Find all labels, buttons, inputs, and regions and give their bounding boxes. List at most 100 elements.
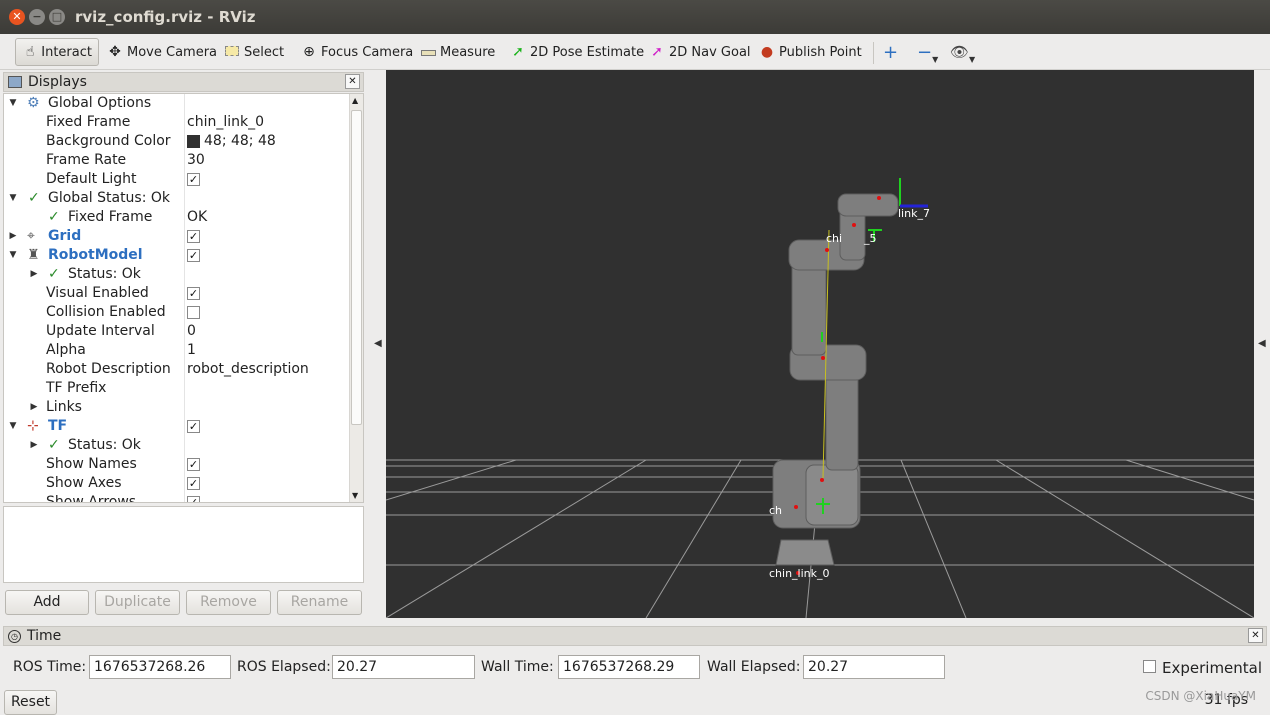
3d-render-viewport[interactable]: link_7 chi _5 ch chin_link_0 bbox=[386, 70, 1254, 618]
tree-row-fixed-frame[interactable]: Fixed Frame chin_link_0 bbox=[4, 113, 350, 132]
tree-row-background-color[interactable]: Background Color 48; 48; 48 bbox=[4, 132, 350, 151]
minimize-window-button[interactable]: − bbox=[29, 9, 45, 25]
interact-tool-button[interactable]: ☝ Interact bbox=[15, 38, 99, 66]
show-arrows-checkbox[interactable]: ✓ bbox=[187, 495, 200, 502]
remove-tool-button[interactable]: − ▼ bbox=[917, 38, 938, 66]
tree-row-robot-model[interactable]: ▼ ♜ RobotModel ✓ bbox=[4, 246, 350, 265]
wall-time-field[interactable]: 1676537268.29 bbox=[558, 655, 700, 679]
tree-row-alpha[interactable]: Alpha 1 bbox=[4, 341, 350, 360]
pose-estimate-tool-button[interactable]: ➚ 2D Pose Estimate bbox=[509, 38, 644, 66]
close-time-panel-button[interactable]: ✕ bbox=[1248, 628, 1263, 643]
grid-checkbox[interactable]: ✓ bbox=[187, 229, 200, 243]
focus-camera-tool-button[interactable]: ⊕ Focus Camera bbox=[300, 38, 413, 66]
nav-goal-tool-button[interactable]: ➚ 2D Nav Goal bbox=[648, 38, 750, 66]
experimental-label: Experimental bbox=[1162, 659, 1263, 677]
tree-row-global-status[interactable]: ▼ ✓ Global Status: Ok bbox=[4, 189, 350, 208]
tool-toolbar: ☝ Interact ✥ Move Camera Select ⊕ Focus Cam… bbox=[0, 34, 1270, 70]
robot-arm bbox=[772, 193, 899, 566]
scroll-down-icon[interactable]: ▼ bbox=[352, 491, 358, 500]
tree-row-show-axes[interactable]: Show Axes ✓ bbox=[4, 474, 350, 493]
tree-row-fixed-frame-status[interactable]: ✓ Fixed Frame OK bbox=[4, 208, 350, 227]
robot-description-value[interactable]: robot_description bbox=[187, 360, 309, 379]
tree-scrollbar[interactable]: ▲ ▼ bbox=[349, 94, 363, 502]
scroll-up-icon[interactable]: ▲ bbox=[352, 96, 358, 105]
measure-tool-button[interactable]: Measure bbox=[419, 38, 495, 66]
expand-right-panel-arrow-icon[interactable]: ◀ bbox=[1258, 338, 1266, 349]
axes-icon: ⊹ bbox=[27, 418, 39, 434]
tree-row-grid[interactable]: ▶ ⌖ Grid ✓ bbox=[4, 227, 350, 246]
crosshair-icon: ⊕ bbox=[303, 44, 315, 60]
collapse-left-panel-arrow-icon[interactable]: ◀ bbox=[374, 338, 382, 349]
collapsed-arrow-icon: ▶ bbox=[30, 269, 38, 279]
tree-row-show-names[interactable]: Show Names ✓ bbox=[4, 455, 350, 474]
dropdown-arrow-icon: ▼ bbox=[969, 54, 976, 64]
tree-row-robot-status[interactable]: ▶ ✓ Status: Ok bbox=[4, 265, 350, 284]
title-bar: ✕ − □ rviz_config.rviz - RViz bbox=[0, 0, 1270, 34]
displays-panel: Displays ✕ ▼ ⚙ Global Options Fixed Frame c… bbox=[3, 72, 364, 618]
fixed-frame-value[interactable]: chin_link_0 bbox=[187, 113, 264, 132]
ros-elapsed-field[interactable]: 20.27 bbox=[332, 655, 475, 679]
close-panel-button[interactable]: ✕ bbox=[345, 74, 360, 89]
tree-row-collision-enabled[interactable]: Collision Enabled bbox=[4, 303, 350, 322]
publish-point-tool-button[interactable]: ● Publish Point bbox=[758, 38, 862, 66]
clock-icon: ◷ bbox=[8, 629, 21, 643]
default-light-checkbox[interactable]: ✓ bbox=[187, 172, 200, 186]
scene-svg bbox=[386, 178, 1254, 618]
collision-enabled-checkbox[interactable] bbox=[187, 305, 200, 319]
close-window-button[interactable]: ✕ bbox=[9, 9, 25, 25]
tree-row-frame-rate[interactable]: Frame Rate 30 bbox=[4, 151, 350, 170]
tf-checkbox[interactable]: ✓ bbox=[187, 419, 200, 433]
add-display-button[interactable]: Add bbox=[5, 590, 89, 615]
maximize-window-button[interactable]: □ bbox=[49, 9, 65, 25]
minus-icon: − bbox=[917, 41, 933, 63]
remove-display-button[interactable]: Remove bbox=[186, 590, 271, 615]
robot-model-checkbox[interactable]: ✓ bbox=[187, 248, 200, 262]
scrollbar-thumb[interactable] bbox=[351, 110, 362, 425]
displays-header: Displays ✕ bbox=[3, 72, 364, 92]
wall-elapsed-field[interactable]: 20.27 bbox=[803, 655, 945, 679]
tree-row-update-interval[interactable]: Update Interval 0 bbox=[4, 322, 350, 341]
show-axes-checkbox[interactable]: ✓ bbox=[187, 476, 200, 490]
ros-time-field[interactable]: 1676537268.26 bbox=[89, 655, 231, 679]
view-tool-button[interactable]: 👁 ▼ bbox=[950, 38, 975, 66]
visual-enabled-checkbox[interactable]: ✓ bbox=[187, 286, 200, 300]
tree-row-tf-status[interactable]: ▶ ✓ Status: Ok bbox=[4, 436, 350, 455]
frame-label-link0: chin_link_0 bbox=[769, 567, 830, 580]
duplicate-display-button[interactable]: Duplicate bbox=[95, 590, 180, 615]
show-names-checkbox[interactable]: ✓ bbox=[187, 457, 200, 471]
tree-row-tf-prefix[interactable]: TF Prefix bbox=[4, 379, 350, 398]
check-icon: ✓ bbox=[28, 190, 40, 206]
watermark-text: CSDN @XiaHuaYM bbox=[1145, 689, 1256, 703]
add-tool-button[interactable]: + bbox=[883, 38, 898, 66]
rename-display-button[interactable]: Rename bbox=[277, 590, 362, 615]
wall-elapsed-label: Wall Elapsed: bbox=[707, 659, 801, 675]
tree-row-robot-description[interactable]: Robot Description robot_description bbox=[4, 360, 350, 379]
alpha-value[interactable]: 1 bbox=[187, 341, 196, 360]
displays-tree[interactable]: ▼ ⚙ Global Options Fixed Frame chin_link_0 … bbox=[3, 93, 364, 503]
frame-label-link1: ch bbox=[769, 504, 783, 517]
map-pin-icon: ● bbox=[760, 44, 774, 60]
select-box-icon bbox=[223, 44, 241, 60]
gear-icon: ⚙ bbox=[27, 95, 40, 111]
time-panel: ◷ Time ✕ ROS Time: 1676537268.26 ROS Ela… bbox=[0, 626, 1270, 715]
background-color-value[interactable]: 48; 48; 48 bbox=[187, 132, 276, 151]
tree-row-global-options[interactable]: ▼ ⚙ Global Options bbox=[4, 94, 350, 113]
move-camera-tool-button[interactable]: ✥ Move Camera bbox=[106, 38, 217, 66]
tree-row-default-light[interactable]: Default Light ✓ bbox=[4, 170, 350, 189]
expanded-arrow-icon: ▼ bbox=[9, 193, 17, 203]
grid-icon: ⌖ bbox=[27, 228, 35, 244]
check-icon: ✓ bbox=[48, 437, 60, 453]
tree-row-show-arrows[interactable]: Show Arrows ✓ bbox=[4, 493, 350, 502]
window-title: rviz_config.rviz - RViz bbox=[75, 8, 256, 26]
frame-label-link5: chi bbox=[826, 232, 843, 245]
select-tool-button[interactable]: Select bbox=[223, 38, 284, 66]
ros-elapsed-label: ROS Elapsed: bbox=[237, 659, 331, 675]
tree-row-visual-enabled[interactable]: Visual Enabled ✓ bbox=[4, 284, 350, 303]
frame-rate-value[interactable]: 30 bbox=[187, 151, 205, 170]
reset-button[interactable]: Reset bbox=[4, 690, 57, 715]
update-interval-value[interactable]: 0 bbox=[187, 322, 196, 341]
tree-row-links[interactable]: ▶ Links bbox=[4, 398, 350, 417]
collapsed-arrow-icon: ▶ bbox=[30, 440, 38, 450]
experimental-checkbox[interactable] bbox=[1143, 660, 1156, 673]
tree-row-tf[interactable]: ▼ ⊹ TF ✓ bbox=[4, 417, 350, 436]
